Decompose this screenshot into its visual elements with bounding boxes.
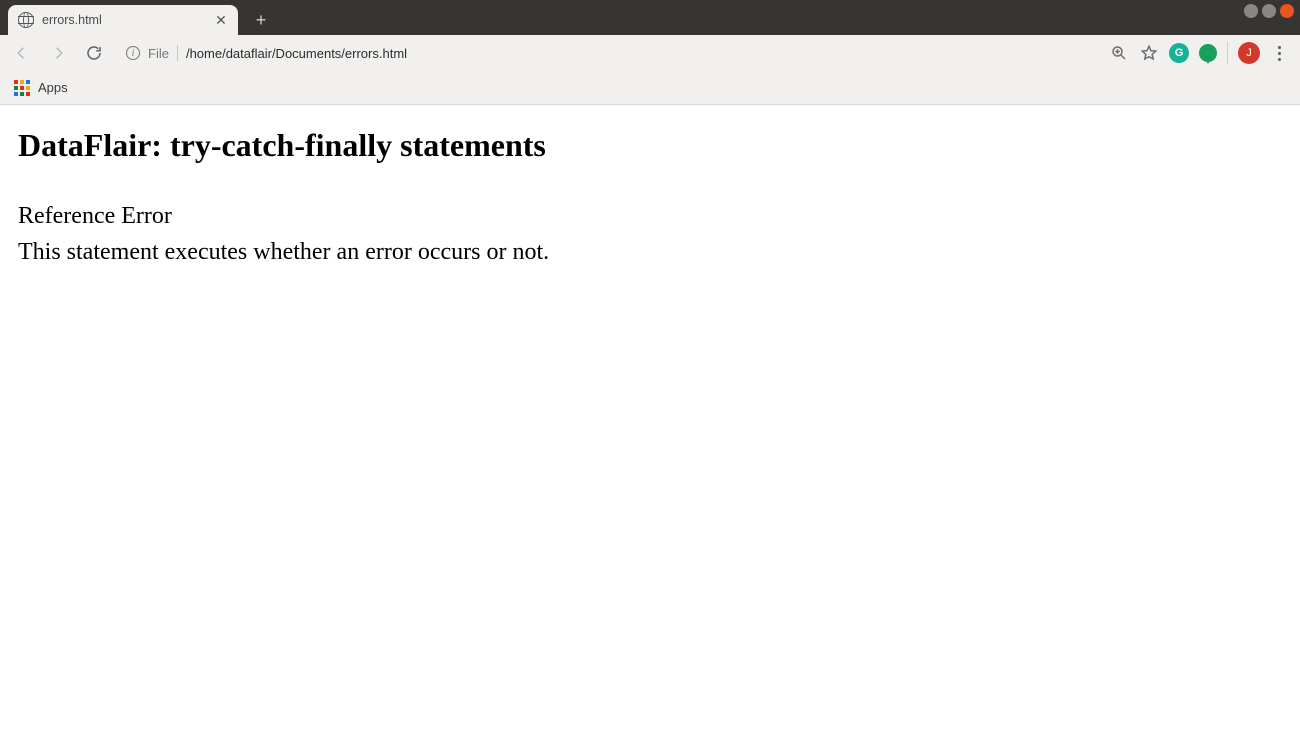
star-icon: [1140, 44, 1158, 62]
url-path: /home/dataflair/Documents/errors.html: [186, 46, 407, 61]
apps-icon: [14, 80, 30, 96]
globe-icon: [18, 12, 34, 28]
url-scheme: File: [148, 46, 169, 61]
tab-strip: errors.html ✕ +: [0, 0, 1300, 35]
forward-button[interactable]: [44, 39, 72, 67]
arrow-right-icon: [49, 44, 67, 62]
info-icon: i: [126, 46, 140, 60]
page-content: DataFlair: try-catch-finally statements …: [0, 105, 1300, 292]
toolbar-separator: [1227, 42, 1228, 64]
back-button[interactable]: [8, 39, 36, 67]
profile-avatar-button[interactable]: J: [1238, 42, 1260, 64]
reload-icon: [85, 44, 103, 62]
grammarly-extension-icon[interactable]: G: [1169, 43, 1189, 63]
tab-title: errors.html: [42, 13, 102, 27]
apps-bookmark[interactable]: Apps: [38, 80, 68, 95]
bookmark-star-button[interactable]: [1139, 43, 1159, 63]
url-separator: [177, 45, 178, 61]
avatar-letter: J: [1246, 47, 1252, 59]
window-maximize-button[interactable]: [1262, 4, 1276, 18]
page-line-2: This statement executes whether an error…: [18, 234, 1282, 270]
page-heading: DataFlair: try-catch-finally statements: [18, 127, 1282, 164]
window-minimize-button[interactable]: [1244, 4, 1258, 18]
window-close-button[interactable]: [1280, 4, 1294, 18]
reload-button[interactable]: [80, 39, 108, 67]
window-controls: [1244, 4, 1294, 18]
chat-extension-icon[interactable]: [1199, 44, 1217, 62]
zoom-icon: [1110, 44, 1128, 62]
browser-toolbar: i File /home/dataflair/Documents/errors.…: [0, 35, 1300, 71]
browser-tab[interactable]: errors.html ✕: [8, 5, 238, 35]
toolbar-right-actions: G J: [1109, 42, 1292, 64]
new-tab-button[interactable]: +: [248, 7, 274, 33]
address-bar[interactable]: i File /home/dataflair/Documents/errors.…: [116, 39, 1101, 67]
zoom-button[interactable]: [1109, 43, 1129, 63]
grammarly-letter: G: [1175, 47, 1184, 59]
arrow-left-icon: [13, 44, 31, 62]
browser-menu-button[interactable]: [1270, 46, 1288, 61]
close-tab-button[interactable]: ✕: [214, 13, 228, 27]
page-line-1: Reference Error: [18, 198, 1282, 234]
bookmarks-bar: Apps: [0, 71, 1300, 105]
